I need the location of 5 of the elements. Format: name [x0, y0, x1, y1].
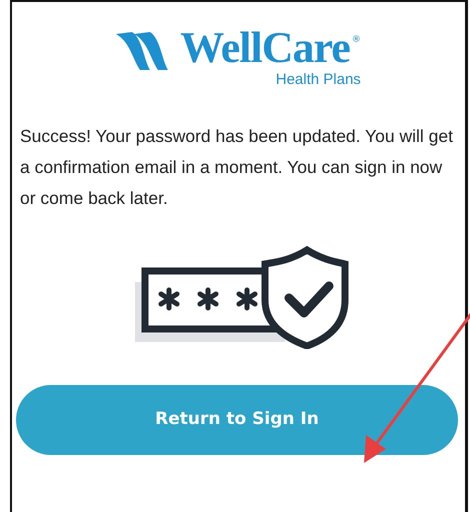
logo-wordmark: WellCare [180, 26, 350, 70]
logo-tagline: Health Plans [274, 72, 361, 87]
registered-mark: ® [352, 34, 361, 47]
return-to-sign-in-button[interactable]: Return to Sign In [16, 385, 458, 455]
success-message: Success! Your password has been updated. You will get a confirmation email in a moment. You can sign in now or come back later. [20, 125, 454, 210]
